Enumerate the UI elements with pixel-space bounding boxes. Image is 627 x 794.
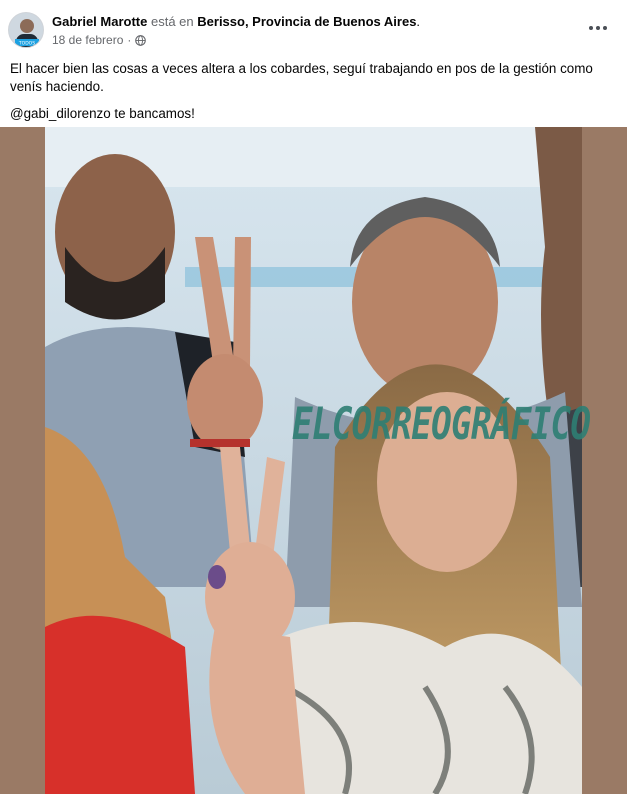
author-line: Gabriel Marotte está en Berisso, Provinc… bbox=[52, 14, 420, 29]
post-photo[interactable]: ELCORREOGRÁFICO bbox=[0, 127, 627, 794]
globe-icon[interactable] bbox=[135, 34, 147, 46]
post-mention-paragraph[interactable]: @gabi_dilorenzo te bancamos! bbox=[10, 105, 615, 123]
checkin-verb: está en bbox=[150, 14, 194, 29]
avatar-badge-text: TODOS bbox=[18, 41, 35, 47]
author-name[interactable]: Gabriel Marotte bbox=[52, 14, 147, 29]
post-body-paragraph: El hacer bien las cosas a veces altera a… bbox=[10, 61, 593, 94]
post-text: El hacer bien las cosas a veces altera a… bbox=[10, 60, 615, 133]
more-options-icon[interactable] bbox=[585, 18, 611, 38]
photo-watermark: ELCORREOGRÁFICO bbox=[292, 399, 591, 450]
meta-separator: · bbox=[127, 33, 132, 47]
author-avatar[interactable]: TODOS bbox=[8, 12, 44, 48]
post-meta: 18 de febrero · bbox=[52, 33, 147, 47]
photo-image bbox=[45, 127, 582, 794]
checkin-place[interactable]: Berisso, Provincia de Buenos Aires bbox=[197, 14, 416, 29]
post-date[interactable]: 18 de febrero bbox=[52, 33, 123, 47]
checkin-place-period: . bbox=[416, 14, 421, 29]
facebook-post: TODOS Gabriel Marotte está en Berisso, P… bbox=[0, 0, 627, 794]
post-header: TODOS Gabriel Marotte está en Berisso, P… bbox=[0, 0, 627, 56]
